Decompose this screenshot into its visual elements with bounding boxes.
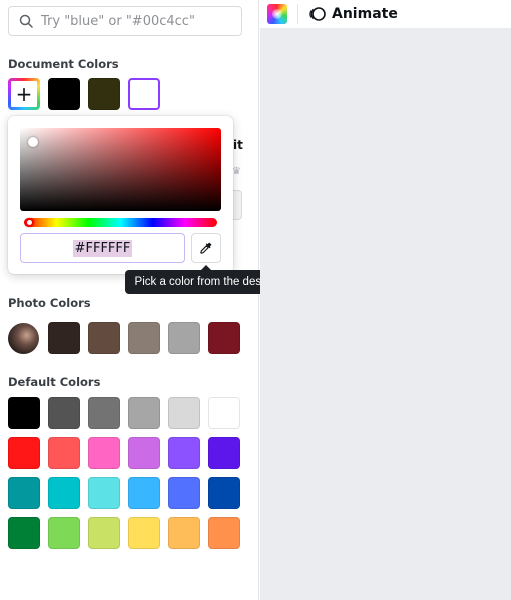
editor-toolbar: Animate — [260, 0, 511, 28]
default-color-swatch[interactable] — [128, 517, 160, 549]
design-canvas-area[interactable] — [260, 28, 511, 600]
document-color-swatch[interactable] — [48, 78, 80, 110]
hue-slider-handle[interactable] — [25, 218, 34, 227]
animate-icon[interactable] — [308, 5, 326, 23]
plus-icon: + — [15, 82, 33, 106]
default-color-swatch[interactable] — [88, 517, 120, 549]
color-panel: Document Colors + it ♛ Photo Colors Defa… — [0, 0, 259, 600]
default-color-swatch[interactable] — [168, 517, 200, 549]
default-color-swatch[interactable] — [168, 397, 200, 429]
eyedropper-icon — [200, 242, 212, 254]
default-colors-title: Default Colors — [8, 375, 101, 389]
photo-colors-title: Photo Colors — [8, 296, 91, 310]
saturation-handle[interactable] — [28, 137, 38, 147]
default-color-swatch[interactable] — [88, 437, 120, 469]
rainbow-color-icon[interactable] — [267, 4, 287, 24]
default-color-swatch[interactable] — [88, 397, 120, 429]
default-color-swatch[interactable] — [128, 477, 160, 509]
color-search-field[interactable] — [8, 6, 242, 36]
add-color-button[interactable]: + — [8, 78, 40, 110]
default-color-swatch[interactable] — [208, 397, 240, 429]
hex-input[interactable]: #FFFFFF — [20, 233, 185, 263]
default-color-swatch[interactable] — [208, 517, 240, 549]
photo-color-swatch[interactable] — [88, 322, 120, 354]
default-color-swatch[interactable] — [48, 517, 80, 549]
default-color-swatch[interactable] — [8, 477, 40, 509]
default-color-swatch[interactable] — [48, 437, 80, 469]
default-color-swatch[interactable] — [48, 397, 80, 429]
default-color-swatch[interactable] — [128, 437, 160, 469]
photo-color-swatch[interactable] — [208, 322, 240, 354]
default-color-swatch[interactable] — [208, 477, 240, 509]
default-color-swatch[interactable] — [8, 397, 40, 429]
document-color-swatch[interactable] — [88, 78, 120, 110]
default-color-swatch[interactable] — [48, 477, 80, 509]
photo-color-swatch[interactable] — [128, 322, 160, 354]
hex-value: #FFFFFF — [72, 239, 133, 257]
hidden-control-edge — [233, 190, 242, 220]
photo-thumbnail[interactable] — [8, 323, 39, 354]
saturation-value-area[interactable] — [20, 128, 221, 211]
default-color-swatch[interactable] — [8, 437, 40, 469]
document-colors-title: Document Colors — [8, 57, 119, 71]
animate-button[interactable]: Animate — [332, 6, 398, 22]
default-color-swatch[interactable] — [168, 477, 200, 509]
default-color-swatch[interactable] — [168, 437, 200, 469]
toolbar-divider — [297, 4, 298, 24]
default-color-swatch[interactable] — [8, 517, 40, 549]
hidden-crown-icon: ♛ — [232, 166, 241, 177]
eyedropper-button[interactable] — [191, 233, 221, 263]
hidden-label-fragment: it — [233, 138, 243, 152]
hue-slider[interactable] — [24, 218, 217, 227]
document-color-swatch[interactable] — [128, 78, 160, 110]
photo-color-swatch[interactable] — [168, 322, 200, 354]
default-color-swatch[interactable] — [208, 437, 240, 469]
photo-color-swatch[interactable] — [48, 322, 80, 354]
color-picker-popover: #FFFFFF — [8, 116, 233, 274]
default-color-swatch[interactable] — [88, 477, 120, 509]
color-search-input[interactable] — [41, 13, 231, 29]
default-color-swatch[interactable] — [128, 397, 160, 429]
search-icon — [19, 14, 33, 28]
